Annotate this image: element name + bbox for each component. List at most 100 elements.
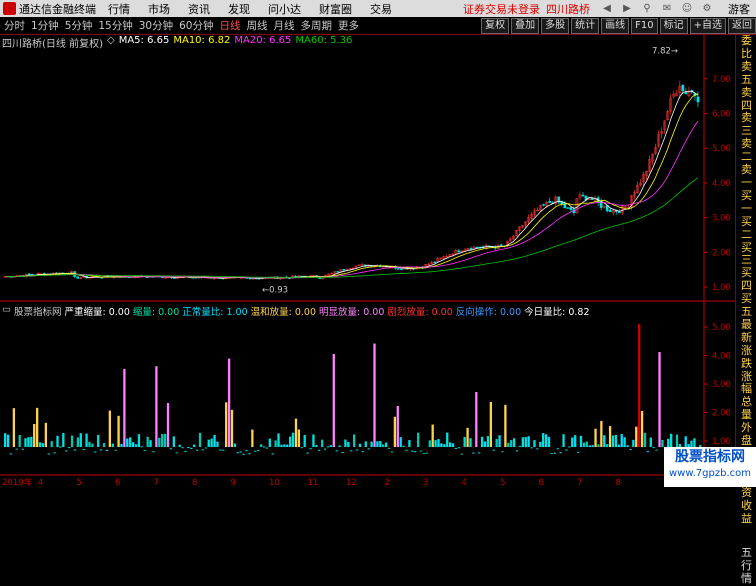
volume-bar — [53, 452, 56, 454]
draw-line-button[interactable]: 画线 — [601, 17, 630, 34]
volume-bar — [65, 450, 68, 452]
user-icon[interactable]: ☺ — [680, 3, 694, 15]
search-icon[interactable]: ⚲ — [640, 3, 654, 15]
ma5-line — [4, 90, 699, 279]
period-monthly[interactable]: 月线 — [274, 18, 295, 33]
mail-icon[interactable]: ✉ — [660, 3, 674, 15]
volume-bar — [91, 443, 94, 447]
volume-bar — [434, 440, 437, 447]
volume-bar — [518, 445, 522, 447]
volume-bar — [175, 452, 178, 454]
volume-bar — [289, 436, 292, 447]
menu-wealth[interactable]: 财富圈 — [319, 1, 352, 17]
volume-bar — [521, 437, 524, 447]
period-tick[interactable]: 分时 — [4, 18, 25, 33]
multi-stock-button[interactable]: 多股 — [541, 17, 570, 34]
volume-bar — [146, 436, 149, 447]
trade-login-alert[interactable]: 证券交易未登录 — [463, 1, 540, 17]
volume-bar — [318, 449, 321, 451]
return-button[interactable]: 返回 — [728, 17, 756, 34]
candle-body — [542, 204, 545, 206]
volume-bar — [163, 433, 167, 447]
volume-bar — [574, 435, 577, 447]
volume-bar — [652, 447, 655, 449]
period-15min[interactable]: 15分钟 — [98, 18, 132, 33]
period-more[interactable]: 更多 — [338, 18, 359, 33]
five-level-quote-tab[interactable]: 情 — [736, 572, 756, 586]
year-label: 2019年 — [2, 477, 33, 488]
guest-label[interactable]: 游客 — [728, 1, 750, 17]
volume-bar — [373, 343, 376, 447]
menu-market[interactable]: 市场 — [148, 1, 170, 17]
volume-bar — [271, 453, 274, 455]
volume-tick-label: 2.00 — [712, 409, 731, 419]
five-level-quote-tab[interactable]: 行 — [736, 559, 756, 573]
period-toolbar: 分时 1分钟 5分钟 15分钟 30分钟 60分钟 日线 周线 月线 多周期 更… — [0, 17, 756, 35]
candle-body — [696, 96, 700, 103]
mark-button[interactable]: 标记 — [659, 17, 688, 34]
volume-bar — [361, 451, 365, 453]
period-1min[interactable]: 1分钟 — [31, 18, 59, 33]
menu-quotes[interactable]: 行情 — [108, 1, 130, 17]
volume-bar — [568, 446, 571, 448]
stats-button[interactable]: 统计 — [571, 17, 600, 34]
chart-title: 四川路桥(日线 前复权) — [2, 39, 103, 50]
candle-body — [212, 278, 216, 280]
indicator-info-line: ▭ 股票指标网 严重缩量: 0.00 缩量: 0.00 正常量比: 1.00 温… — [2, 304, 593, 318]
period-daily[interactable]: 日线 — [220, 18, 241, 33]
ma5-value: MA5: 6.65 — [118, 35, 170, 46]
current-stock-name: 四川路桥 — [546, 2, 590, 16]
volume-bar — [82, 449, 85, 451]
chart-canvas[interactable]: 7.00 6.00 5.00 4.00 3.00 2.00 1.00 ←0.93 7.82→ 5.… — [0, 35, 735, 488]
volume-bar — [600, 420, 603, 447]
candle-body — [27, 273, 31, 275]
back-arrow-icon[interactable]: ◀ — [600, 3, 614, 15]
menu-ask[interactable]: 问小达 — [268, 1, 301, 17]
period-60min[interactable]: 60分钟 — [179, 18, 213, 33]
volume-bar — [265, 447, 269, 449]
top-menu-bar: 通达信金融终端 行情 市场 资讯 发现 问小达 财富圈 交易 证券交易未登录 四… — [0, 0, 756, 17]
candle-body — [617, 211, 621, 214]
overlay-button[interactable]: 叠加 — [511, 17, 540, 34]
adjust-button[interactable]: 复权 — [481, 17, 510, 34]
five-level-quote-tab[interactable]: 五 — [736, 547, 756, 560]
price-tick-label: 5.00 — [712, 144, 731, 154]
volume-bar — [608, 426, 612, 447]
volume-bar — [38, 442, 42, 447]
volume-bar — [527, 436, 530, 447]
volume-bar — [67, 447, 71, 449]
volume-bar — [556, 448, 559, 450]
indicator-toggle-icon[interactable]: ▭ — [2, 304, 11, 316]
volume-bar — [213, 435, 216, 447]
right-panel-item: 买二 — [741, 214, 752, 241]
volume-bar — [693, 438, 696, 447]
menu-discover[interactable]: 发现 — [228, 1, 250, 17]
volume-bar — [460, 453, 463, 455]
volume-bar — [216, 441, 219, 447]
settings-icon[interactable]: ⚙ — [700, 3, 714, 15]
add-watchlist-button[interactable]: +自选 — [689, 17, 726, 34]
volume-bar — [219, 449, 222, 451]
volume-bar — [259, 444, 263, 447]
volume-bar — [277, 433, 280, 447]
volume-bar — [323, 448, 327, 450]
menu-news[interactable]: 资讯 — [188, 1, 210, 17]
price-tick-label: 7.00 — [712, 75, 731, 85]
volume-bar — [131, 442, 135, 447]
right-panel-item: 卖二 — [741, 137, 752, 164]
volume-bar — [251, 429, 254, 447]
candle-body — [581, 194, 585, 197]
forward-arrow-icon[interactable]: ▶ — [620, 3, 634, 15]
period-weekly[interactable]: 周线 — [247, 18, 268, 33]
period-multi[interactable]: 多周期 — [301, 18, 333, 33]
f10-button[interactable]: F10 — [631, 17, 658, 34]
right-panel-item: 卖四 — [741, 85, 752, 112]
period-30min[interactable]: 30分钟 — [139, 18, 173, 33]
volume-bar — [611, 435, 615, 447]
menu-trade[interactable]: 交易 — [370, 1, 392, 17]
volume-bar — [309, 448, 312, 450]
volume-bar — [422, 453, 426, 455]
volume-bar — [105, 449, 109, 451]
volume-bar — [99, 449, 103, 451]
period-5min[interactable]: 5分钟 — [65, 18, 93, 33]
